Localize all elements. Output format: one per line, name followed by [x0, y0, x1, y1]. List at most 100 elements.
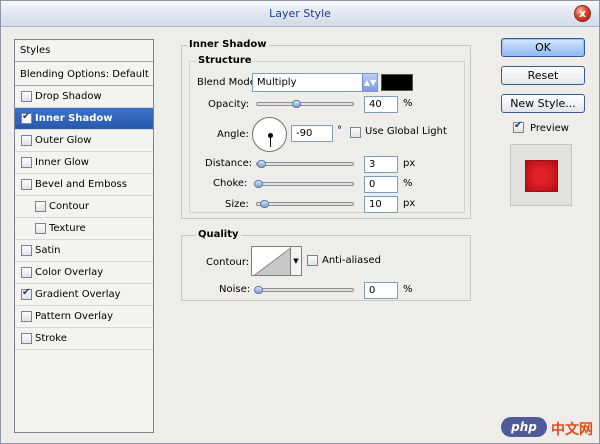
- size-slider-thumb[interactable]: [260, 200, 269, 208]
- style-item-label: Drop Shadow: [35, 91, 102, 102]
- choke-unit: %: [403, 178, 413, 189]
- style-item-drop-shadow[interactable]: Drop Shadow: [15, 86, 153, 108]
- style-item-label: Satin: [35, 245, 61, 256]
- opacity-unit: %: [403, 98, 413, 109]
- style-item-label: Color Overlay: [35, 267, 104, 278]
- structure-title: Structure: [196, 55, 254, 66]
- style-item-label: Inner Shadow: [35, 113, 113, 124]
- style-item-checkbox[interactable]: [21, 287, 32, 300]
- choke-slider-thumb[interactable]: [254, 180, 263, 188]
- noise-unit: %: [403, 284, 413, 295]
- blending-options-label: Blending Options: Default: [20, 69, 149, 80]
- distance-unit: px: [403, 158, 416, 169]
- style-item-checkbox[interactable]: [21, 91, 32, 102]
- title-bar[interactable]: Layer Style x: [1, 1, 599, 27]
- style-item-checkbox[interactable]: [35, 201, 46, 212]
- watermark-text: 中文网: [551, 422, 593, 438]
- style-item-checkbox[interactable]: [21, 111, 32, 124]
- use-global-light-label: Use Global Light: [365, 126, 447, 137]
- style-item-label: Inner Glow: [35, 157, 89, 168]
- styles-header-label: Styles: [20, 45, 51, 56]
- style-item-checkbox[interactable]: [21, 157, 32, 168]
- preview-thumbnail: [510, 144, 572, 206]
- contour-curve-icon: [253, 247, 290, 275]
- blend-mode-select[interactable]: Multiply ▲▼: [252, 73, 378, 92]
- style-item-label: Bevel and Emboss: [35, 179, 127, 190]
- style-item-checkbox[interactable]: [21, 245, 32, 256]
- style-item-label: Contour: [49, 201, 89, 212]
- quality-title: Quality: [196, 229, 241, 240]
- new-style-button[interactable]: New Style...: [501, 94, 585, 113]
- preview-checkbox[interactable]: [513, 120, 524, 133]
- style-item-contour[interactable]: Contour: [15, 196, 153, 218]
- blend-mode-value: Multiply: [257, 77, 297, 88]
- style-item-checkbox[interactable]: [21, 267, 32, 278]
- style-item-checkbox[interactable]: [21, 179, 32, 190]
- style-item-inner-glow[interactable]: Inner Glow: [15, 152, 153, 174]
- watermark: php 中文网: [501, 417, 593, 439]
- contour-picker[interactable]: [251, 246, 291, 276]
- anti-aliased-label: Anti-aliased: [322, 255, 382, 266]
- size-label: Size:: [225, 199, 249, 210]
- angle-label: Angle:: [217, 129, 249, 140]
- distance-slider[interactable]: [256, 160, 354, 168]
- style-item-texture[interactable]: Texture: [15, 218, 153, 240]
- opacity-input[interactable]: 40: [364, 96, 398, 113]
- angle-dial-needle: [270, 133, 271, 147]
- style-item-label: Gradient Overlay: [35, 289, 121, 300]
- noise-input[interactable]: 0: [364, 282, 398, 299]
- distance-label: Distance:: [205, 158, 253, 169]
- style-item-label: Stroke: [35, 333, 67, 344]
- style-item-pattern-overlay[interactable]: Pattern Overlay: [15, 306, 153, 328]
- opacity-slider-thumb[interactable]: [292, 100, 301, 108]
- watermark-logo: php: [501, 417, 547, 437]
- angle-dial[interactable]: [252, 117, 287, 152]
- noise-slider-thumb[interactable]: [254, 286, 263, 294]
- inner-shadow-title: Inner Shadow: [187, 39, 269, 50]
- preview-swatch: [525, 160, 558, 192]
- angle-unit: °: [337, 125, 342, 136]
- style-item-checkbox[interactable]: [35, 223, 46, 234]
- contour-label: Contour:: [206, 257, 250, 268]
- noise-slider[interactable]: [254, 286, 354, 294]
- preview-label: Preview: [530, 123, 569, 134]
- style-item-label: Outer Glow: [35, 135, 92, 146]
- reset-button[interactable]: Reset: [501, 66, 585, 85]
- styles-header[interactable]: Styles: [15, 40, 153, 62]
- distance-input[interactable]: 3: [364, 156, 398, 173]
- style-item-color-overlay[interactable]: Color Overlay: [15, 262, 153, 284]
- style-item-label: Pattern Overlay: [35, 311, 114, 322]
- angle-input[interactable]: -90: [291, 125, 333, 142]
- anti-aliased-checkbox[interactable]: [307, 255, 318, 266]
- style-item-inner-shadow[interactable]: Inner Shadow: [15, 108, 153, 130]
- size-slider[interactable]: [256, 200, 354, 208]
- size-input[interactable]: 10: [364, 196, 398, 213]
- style-item-checkbox[interactable]: [21, 311, 32, 322]
- choke-input[interactable]: 0: [364, 176, 398, 193]
- style-item-checkbox[interactable]: [21, 333, 32, 344]
- distance-slider-thumb[interactable]: [257, 160, 266, 168]
- choke-label: Choke:: [213, 178, 248, 189]
- ok-button[interactable]: OK: [501, 38, 585, 57]
- style-item-gradient-overlay[interactable]: Gradient Overlay: [15, 284, 153, 306]
- style-item-stroke[interactable]: Stroke: [15, 328, 153, 350]
- blend-mode-label: Blend Mode:: [197, 77, 260, 88]
- window-title: Layer Style: [269, 7, 331, 20]
- style-item-bevel-and-emboss[interactable]: Bevel and Emboss: [15, 174, 153, 196]
- size-unit: px: [403, 198, 416, 209]
- noise-label: Noise:: [219, 284, 251, 295]
- contour-dropdown-arrow-icon[interactable]: ▼: [291, 246, 302, 276]
- style-item-checkbox[interactable]: [21, 135, 32, 146]
- style-item-label: Texture: [49, 223, 86, 234]
- close-icon[interactable]: x: [574, 5, 591, 22]
- style-item-outer-glow[interactable]: Outer Glow: [15, 130, 153, 152]
- choke-slider[interactable]: [254, 180, 354, 188]
- opacity-label: Opacity:: [208, 99, 250, 110]
- styles-list: Styles Blending Options: Default Drop Sh…: [14, 39, 154, 433]
- shadow-color-swatch[interactable]: [381, 74, 413, 91]
- blending-options-item[interactable]: Blending Options: Default: [15, 64, 153, 86]
- use-global-light-checkbox[interactable]: [350, 127, 361, 138]
- layer-style-dialog: Layer Style x Styles Blending Options: D…: [0, 0, 600, 444]
- style-item-satin[interactable]: Satin: [15, 240, 153, 262]
- opacity-slider[interactable]: [256, 100, 354, 108]
